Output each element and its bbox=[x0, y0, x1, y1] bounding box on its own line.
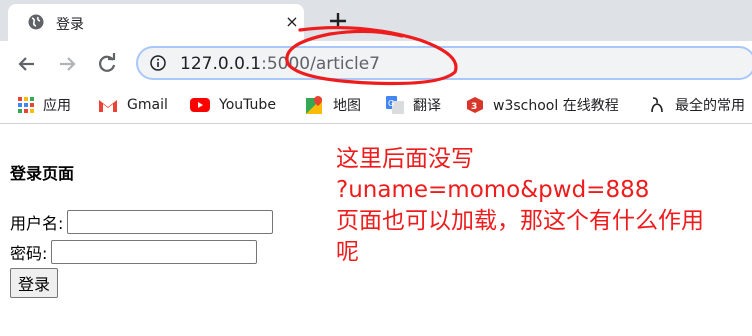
bookmarks-bar: 应用 Gmail YouTube 地图 G 翻译 3 w3school 在线教程… bbox=[0, 87, 752, 124]
svg-text:G: G bbox=[388, 99, 394, 108]
youtube-icon bbox=[190, 98, 210, 112]
bookmark-gmail[interactable]: Gmail bbox=[98, 95, 168, 115]
bookmark-icon bbox=[651, 97, 663, 113]
bookmark-apps[interactable]: 应用 bbox=[18, 95, 71, 115]
forward-arrow-icon[interactable] bbox=[54, 51, 80, 77]
password-label: 密码: bbox=[10, 244, 48, 263]
bookmark-maps[interactable]: 地图 bbox=[306, 95, 361, 115]
url-host: 127.0.0.1 bbox=[180, 54, 262, 74]
address-bar[interactable]: 127.0.0.1:5000/article7 bbox=[136, 46, 752, 80]
username-row: 用户名: bbox=[10, 210, 274, 234]
login-button[interactable]: 登录 bbox=[10, 268, 59, 298]
maps-icon bbox=[306, 96, 322, 114]
bookmark-translate[interactable]: G 翻译 bbox=[386, 95, 441, 115]
info-icon[interactable] bbox=[150, 55, 166, 71]
annotation-note: 这里后面没写 ?uname=momo&pwd=888 页面也可以加载，那这个有什… bbox=[336, 144, 748, 268]
apps-grid-icon bbox=[18, 97, 34, 113]
annotation-line: ?uname=momo&pwd=888 bbox=[336, 177, 650, 203]
close-tab-icon[interactable]: × bbox=[282, 12, 302, 32]
reload-icon[interactable] bbox=[94, 51, 120, 77]
browser-tab[interactable]: 登录 × bbox=[8, 4, 304, 41]
bookmark-label: Gmail bbox=[127, 97, 168, 113]
bookmark-label: 翻译 bbox=[413, 98, 441, 114]
back-arrow-icon[interactable] bbox=[14, 51, 40, 77]
page-title: 登录页面 bbox=[10, 164, 75, 183]
bookmark-youtube[interactable]: YouTube bbox=[190, 95, 276, 115]
new-tab-icon[interactable] bbox=[326, 9, 350, 33]
password-row: 密码: bbox=[10, 240, 258, 264]
password-input[interactable] bbox=[51, 240, 258, 264]
svg-text:3: 3 bbox=[471, 102, 477, 112]
tab-strip: 登录 × bbox=[0, 0, 752, 41]
username-label: 用户名: bbox=[10, 214, 64, 233]
browser-toolbar: 127.0.0.1:5000/article7 bbox=[0, 41, 752, 87]
bookmark-label: 应用 bbox=[43, 98, 71, 114]
bookmark-label: 地图 bbox=[333, 98, 361, 114]
username-input[interactable] bbox=[67, 210, 274, 234]
annotation-line: 呢 bbox=[336, 239, 359, 265]
url-text[interactable]: 127.0.0.1:5000/article7 bbox=[180, 54, 380, 74]
annotation-line: 这里后面没写 bbox=[336, 146, 474, 172]
tab-title: 登录 bbox=[56, 17, 84, 33]
w3school-icon: 3 bbox=[467, 97, 483, 113]
bookmark-label: w3school 在线教程 bbox=[493, 98, 619, 114]
gmail-icon bbox=[99, 99, 117, 112]
url-path: :5000/article7 bbox=[261, 54, 380, 74]
bookmark-common[interactable]: 最全的常用 bbox=[648, 95, 745, 115]
translate-icon: G bbox=[386, 96, 404, 114]
bookmark-w3school[interactable]: 3 w3school 在线教程 bbox=[466, 95, 619, 115]
bookmark-label: YouTube bbox=[219, 97, 276, 113]
bookmark-label: 最全的常用 bbox=[675, 98, 745, 114]
annotation-line: 页面也可以加载，那这个有什么作用 bbox=[336, 208, 704, 234]
globe-icon bbox=[28, 14, 44, 30]
